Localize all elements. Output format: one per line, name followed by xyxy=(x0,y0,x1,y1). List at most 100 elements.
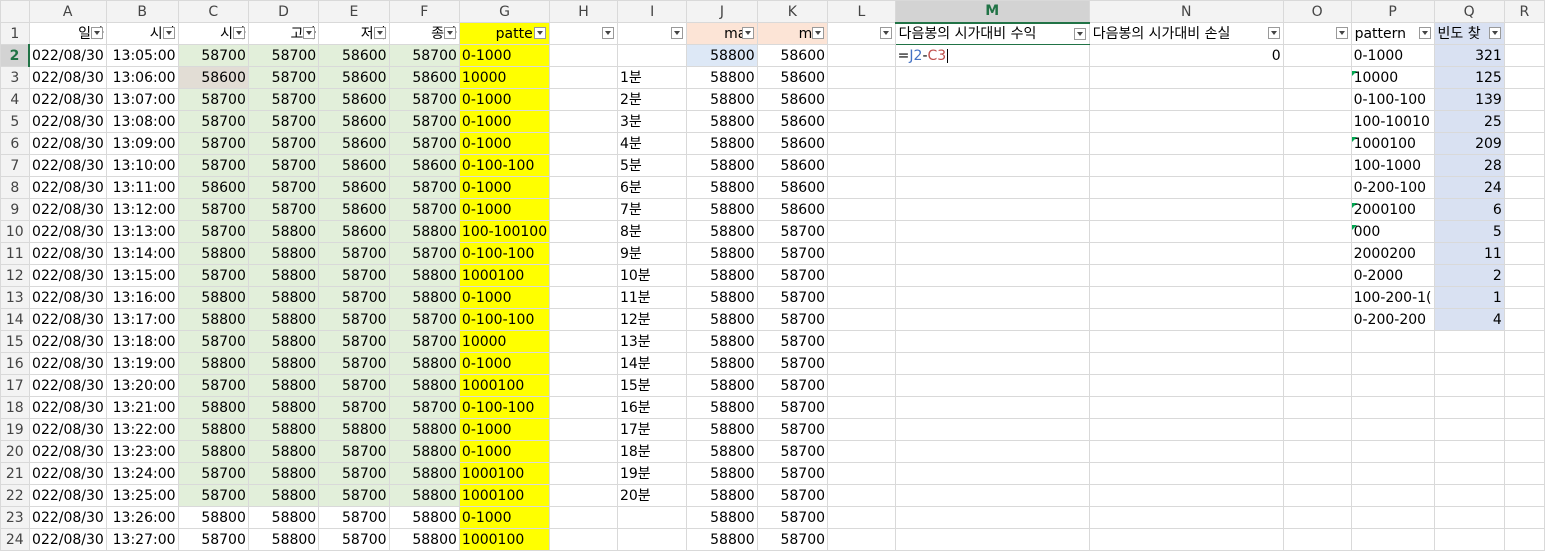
filter-dropdown-icon[interactable] xyxy=(1073,27,1086,40)
cell-l7[interactable] xyxy=(827,154,896,177)
cell-h17[interactable] xyxy=(549,374,618,397)
cell-e11[interactable]: 58700 xyxy=(318,242,390,265)
cell-q23[interactable] xyxy=(1433,506,1505,529)
cell-h20[interactable] xyxy=(549,440,618,463)
cell-r23[interactable] xyxy=(1503,506,1545,529)
cell-a18[interactable]: 022/08/30 xyxy=(28,396,107,419)
cell-h23[interactable] xyxy=(549,506,618,529)
cell-e12[interactable]: 58700 xyxy=(318,264,390,287)
cell-m24[interactable] xyxy=(894,528,1090,551)
cell-d14[interactable]: 58800 xyxy=(247,308,320,331)
cell-g14[interactable]: 0-100-100 xyxy=(458,308,551,331)
cell-p16[interactable] xyxy=(1350,352,1435,375)
cell-f18[interactable]: 58700 xyxy=(388,396,460,419)
cell-m17[interactable] xyxy=(894,374,1090,397)
cell-e6[interactable]: 58600 xyxy=(318,132,390,155)
cell-n12[interactable] xyxy=(1088,264,1284,287)
cell-i9[interactable]: 7분 xyxy=(616,198,688,221)
column-header-f[interactable]: F xyxy=(388,0,460,23)
cell-k8[interactable]: 58600 xyxy=(756,176,829,199)
cell-o18[interactable] xyxy=(1282,396,1352,419)
cell-h5[interactable] xyxy=(549,110,618,133)
cell-f20[interactable]: 58800 xyxy=(388,440,460,463)
column-header-b[interactable]: B xyxy=(105,0,179,23)
cell-o20[interactable] xyxy=(1282,440,1352,463)
cell-i15[interactable]: 13분 xyxy=(616,330,688,353)
cell-i12[interactable]: 10분 xyxy=(616,264,688,287)
cell-l6[interactable] xyxy=(827,132,896,155)
column-header-i[interactable]: I xyxy=(616,0,688,23)
cell-m13[interactable] xyxy=(894,286,1090,309)
cell-c22[interactable]: 58700 xyxy=(177,484,249,507)
column-header-n[interactable]: N xyxy=(1088,0,1284,23)
row-header[interactable]: 5 xyxy=(0,110,30,133)
filter-dropdown-icon[interactable] xyxy=(741,27,754,39)
cell-j19[interactable]: 58800 xyxy=(686,418,758,441)
cell-i4[interactable]: 2분 xyxy=(616,88,688,111)
cell-d16[interactable]: 58800 xyxy=(247,352,320,375)
cell-g13[interactable]: 0-1000 xyxy=(458,286,551,309)
cell-j14[interactable]: 58800 xyxy=(686,308,758,331)
cell-d10[interactable]: 58800 xyxy=(247,220,320,243)
filter-dropdown-icon[interactable] xyxy=(671,27,684,39)
column-header-p[interactable]: P xyxy=(1350,0,1435,23)
cell-k4[interactable]: 58600 xyxy=(756,88,829,111)
cell-o6[interactable] xyxy=(1282,132,1352,155)
cell-e7[interactable]: 58600 xyxy=(318,154,390,177)
cell-n3[interactable] xyxy=(1088,66,1284,89)
cell-p9[interactable]: 2000100 xyxy=(1350,198,1435,221)
cell-d20[interactable]: 58800 xyxy=(247,440,320,463)
cell-h8[interactable] xyxy=(549,176,618,199)
cell-l21[interactable] xyxy=(827,462,896,485)
cell-l12[interactable] xyxy=(827,264,896,287)
cell-h13[interactable] xyxy=(549,286,618,309)
cell-k22[interactable]: 58700 xyxy=(756,484,829,507)
cell-k11[interactable]: 58700 xyxy=(756,242,829,265)
cell-a6[interactable]: 022/08/30 xyxy=(28,132,107,155)
cell-g15[interactable]: 10000 xyxy=(458,330,551,353)
cell-c13[interactable]: 58800 xyxy=(177,286,249,309)
cell-n19[interactable] xyxy=(1088,418,1284,441)
cell-h11[interactable] xyxy=(549,242,618,265)
cell-l4[interactable] xyxy=(827,88,896,111)
cell-j4[interactable]: 58800 xyxy=(686,88,758,111)
cell-m22[interactable] xyxy=(894,484,1090,507)
cell-o11[interactable] xyxy=(1282,242,1352,265)
cell-m23[interactable] xyxy=(894,506,1090,529)
cell-a12[interactable]: 022/08/30 xyxy=(28,264,107,287)
select-all-corner[interactable] xyxy=(0,0,30,23)
filter-dropdown-icon[interactable] xyxy=(1267,27,1280,39)
cell-g8[interactable]: 0-1000 xyxy=(458,176,551,199)
cell-l24[interactable] xyxy=(827,528,896,551)
cell-n17[interactable] xyxy=(1088,374,1284,397)
cell-o7[interactable] xyxy=(1282,154,1352,177)
cell-f24[interactable]: 58800 xyxy=(388,528,460,551)
filter-dropdown-icon[interactable] xyxy=(373,27,386,39)
filter-dropdown-icon[interactable] xyxy=(1418,27,1431,39)
cell-b7[interactable]: 13:10:00 xyxy=(105,154,179,177)
cell-r16[interactable] xyxy=(1503,352,1545,375)
cell-e20[interactable]: 58700 xyxy=(318,440,390,463)
cell-b17[interactable]: 13:20:00 xyxy=(105,374,179,397)
cell-c9[interactable]: 58700 xyxy=(177,198,249,221)
cell-r19[interactable] xyxy=(1503,418,1545,441)
cell-i8[interactable]: 6분 xyxy=(616,176,688,199)
cell-f12[interactable]: 58800 xyxy=(388,264,460,287)
cell-d22[interactable]: 58800 xyxy=(247,484,320,507)
cell-p7[interactable]: 100-1000 xyxy=(1350,154,1435,177)
header-cell-d[interactable]: 고가 xyxy=(247,22,320,45)
row-header[interactable]: 7 xyxy=(0,154,30,177)
cell-d7[interactable]: 58700 xyxy=(247,154,320,177)
header-cell-c[interactable]: 시가 xyxy=(177,22,249,45)
cell-i2[interactable] xyxy=(616,44,688,67)
cell-f11[interactable]: 58700 xyxy=(388,242,460,265)
cell-r21[interactable] xyxy=(1503,462,1545,485)
cell-f16[interactable]: 58800 xyxy=(388,352,460,375)
cell-r22[interactable] xyxy=(1503,484,1545,507)
cell-e13[interactable]: 58700 xyxy=(318,286,390,309)
cell-n16[interactable] xyxy=(1088,352,1284,375)
cell-o9[interactable] xyxy=(1282,198,1352,221)
cell-c14[interactable]: 58800 xyxy=(177,308,249,331)
filter-dropdown-icon[interactable] xyxy=(232,27,245,39)
cell-q5[interactable]: 25 xyxy=(1433,110,1505,133)
